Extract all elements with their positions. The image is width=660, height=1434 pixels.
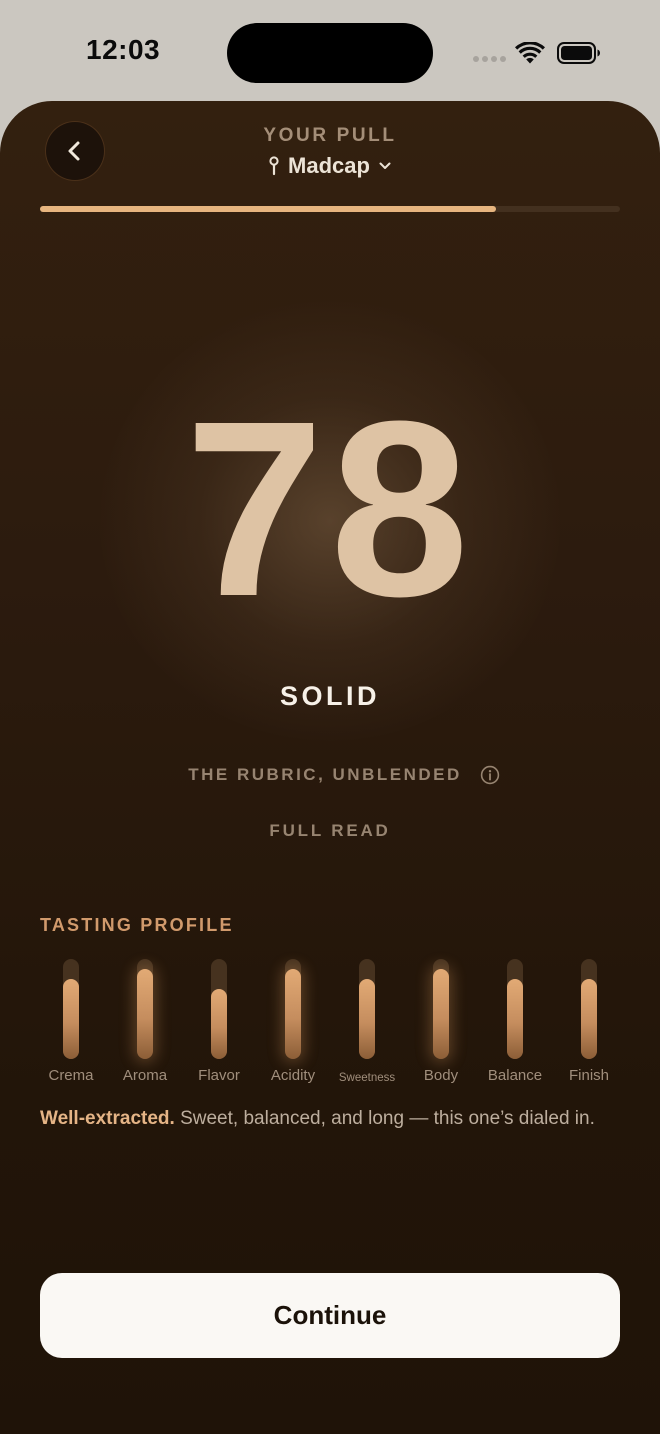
tasting-profile-title: TASTING PROFILE: [40, 915, 234, 935]
profile-column-aroma: Aroma: [108, 959, 182, 1089]
cellular-signal-icon: [473, 56, 506, 62]
status-time: 12:03: [86, 34, 161, 65]
chevron-down-icon: [379, 162, 391, 169]
profile-bar-track: [433, 959, 449, 1059]
tasting-profile-chart: Crema Aroma Flavor Acidity Sweetness Body Bala…: [34, 959, 626, 1099]
profile-bar-fill: [507, 979, 523, 1059]
profile-column-crema: Crema: [34, 959, 108, 1089]
progress-bar: [40, 206, 620, 212]
continue-button[interactable]: Continue: [40, 1273, 620, 1358]
rubric-label: THE RUBRIC, UNBLENDED: [188, 765, 462, 784]
profile-bar-fill: [359, 979, 375, 1059]
result-sheet: YOUR PULL Madcap 78 SOLID THE RUBRIC, UN…: [0, 101, 660, 1434]
profile-bar-track: [581, 959, 597, 1059]
profile-bar-track: [63, 959, 79, 1059]
wifi-icon: [515, 42, 545, 64]
profile-bar-fill: [211, 989, 227, 1059]
profile-bar-track: [137, 959, 153, 1059]
progress-fill: [40, 206, 496, 212]
header-eyebrow: YOUR PULL: [263, 125, 397, 146]
profile-column-sweetness: Sweetness: [330, 959, 404, 1089]
summary-body: Sweet, balanced, and long — this one’s d…: [180, 1108, 595, 1129]
battery-icon: [557, 42, 600, 64]
rubric-row[interactable]: THE RUBRIC, UNBLENDED: [0, 765, 660, 785]
location-name: Madcap: [288, 153, 370, 178]
score-value: 78: [184, 369, 476, 648]
profile-bar-fill: [137, 969, 153, 1059]
profile-bar-track: [285, 959, 301, 1059]
info-icon[interactable]: [480, 765, 500, 785]
profile-column-balance: Balance: [478, 959, 552, 1089]
summary-lead: Well-extracted.: [40, 1108, 175, 1129]
profile-bar-track: [507, 959, 523, 1059]
profile-bar-fill: [285, 969, 301, 1059]
profile-bar-track: [359, 959, 375, 1059]
profile-bar-fill: [433, 969, 449, 1059]
profile-column-finish: Finish: [552, 959, 626, 1089]
dynamic-island: [227, 23, 433, 83]
status-bar: 12:03: [0, 0, 660, 100]
screen: 12:03 YOUR PULL Madcap 78 SOLID THE RUBR…: [0, 0, 660, 1434]
profile-bar-fill: [63, 979, 79, 1059]
profile-column-acidity: Acidity: [256, 959, 330, 1089]
profile-bar-fill: [581, 979, 597, 1059]
profile-bar-label: Finish: [568, 1067, 609, 1084]
location-selector[interactable]: Madcap: [0, 153, 660, 179]
profile-column-flavor: Flavor: [182, 959, 256, 1089]
verdict-label: SOLID: [279, 681, 380, 711]
profile-column-body: Body: [404, 959, 478, 1089]
full-read-link[interactable]: FULL READ: [0, 821, 660, 841]
summary-text: Well-extracted. Sweet, balanced, and lon…: [40, 1105, 600, 1132]
pin-icon: [269, 156, 279, 176]
profile-bar-track: [211, 959, 227, 1059]
